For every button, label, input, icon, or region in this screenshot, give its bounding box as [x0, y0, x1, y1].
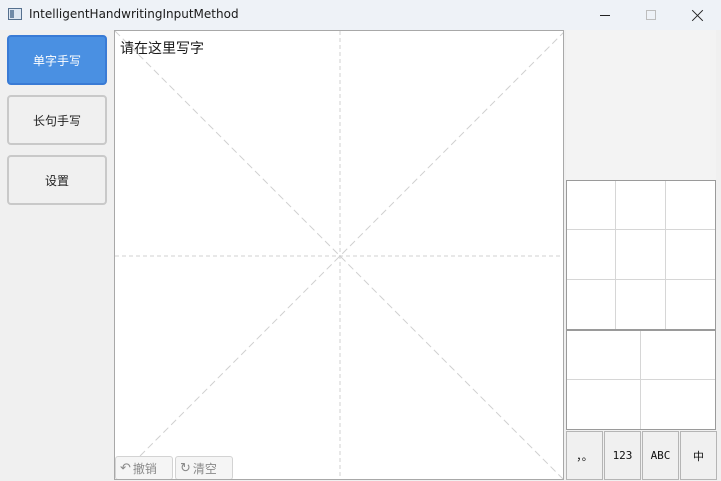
candidate-cell[interactable] [641, 331, 715, 380]
maximize-icon [646, 10, 656, 20]
candidate-cell[interactable] [567, 279, 617, 329]
minimize-icon [600, 14, 610, 16]
close-button[interactable] [674, 0, 720, 30]
app-window-icon [8, 8, 22, 20]
handwriting-canvas[interactable]: 请在这里写字 ↶ 撤销 ↻ 清空 [114, 30, 564, 480]
candidate-cell[interactable] [567, 331, 641, 380]
undo-button[interactable]: ↶ 撤销 [115, 456, 173, 479]
undo-label: 撤销 [132, 461, 157, 476]
candidate-cell[interactable] [616, 230, 666, 280]
input-mode-bar: ，。 123 ABC 中 [566, 431, 717, 480]
alpha-mode-button[interactable]: ABC [642, 431, 679, 480]
undo-icon: ↶ [120, 460, 131, 476]
sidebar-item-label: 单字手写 [32, 53, 81, 68]
punctuation-mode-button[interactable]: ，。 [566, 431, 603, 480]
character-preview-area [566, 30, 716, 180]
candidate-cell[interactable] [665, 230, 715, 280]
close-icon [691, 9, 704, 22]
candidate-cell[interactable] [567, 230, 617, 280]
candidate-grid-top [566, 180, 716, 330]
candidate-grid-bottom [566, 330, 716, 430]
candidate-cell[interactable] [666, 280, 715, 329]
refresh-icon: ↻ [180, 460, 191, 476]
sidebar-item-label: 设置 [44, 173, 69, 188]
clear-button[interactable]: ↻ 清空 [175, 456, 233, 479]
canvas-guide-lines [115, 31, 563, 479]
candidate-cell[interactable] [567, 181, 617, 231]
minimize-button[interactable] [582, 0, 628, 30]
sidebar-item-label: 长句手写 [32, 113, 81, 128]
sidebar-item-long-sentence[interactable]: 长句手写 [7, 95, 107, 145]
number-mode-button[interactable]: 123 [604, 431, 641, 480]
clear-label: 清空 [192, 461, 217, 476]
title-bar: IntelligentHandwritingInputMethod [0, 0, 721, 30]
maximize-button[interactable] [628, 0, 674, 30]
candidate-cell[interactable] [616, 181, 666, 231]
sidebar-item-single-char[interactable]: 单字手写 [7, 35, 107, 85]
sidebar-item-settings[interactable]: 设置 [7, 155, 107, 205]
candidate-cell[interactable] [567, 380, 641, 429]
chinese-mode-button[interactable]: 中 [680, 431, 717, 480]
candidate-cell[interactable] [616, 279, 666, 329]
window-title: IntelligentHandwritingInputMethod [29, 7, 239, 21]
candidate-cell[interactable] [665, 181, 715, 231]
candidate-cell[interactable] [641, 380, 715, 429]
canvas-prompt: 请在这里写字 [120, 41, 204, 57]
